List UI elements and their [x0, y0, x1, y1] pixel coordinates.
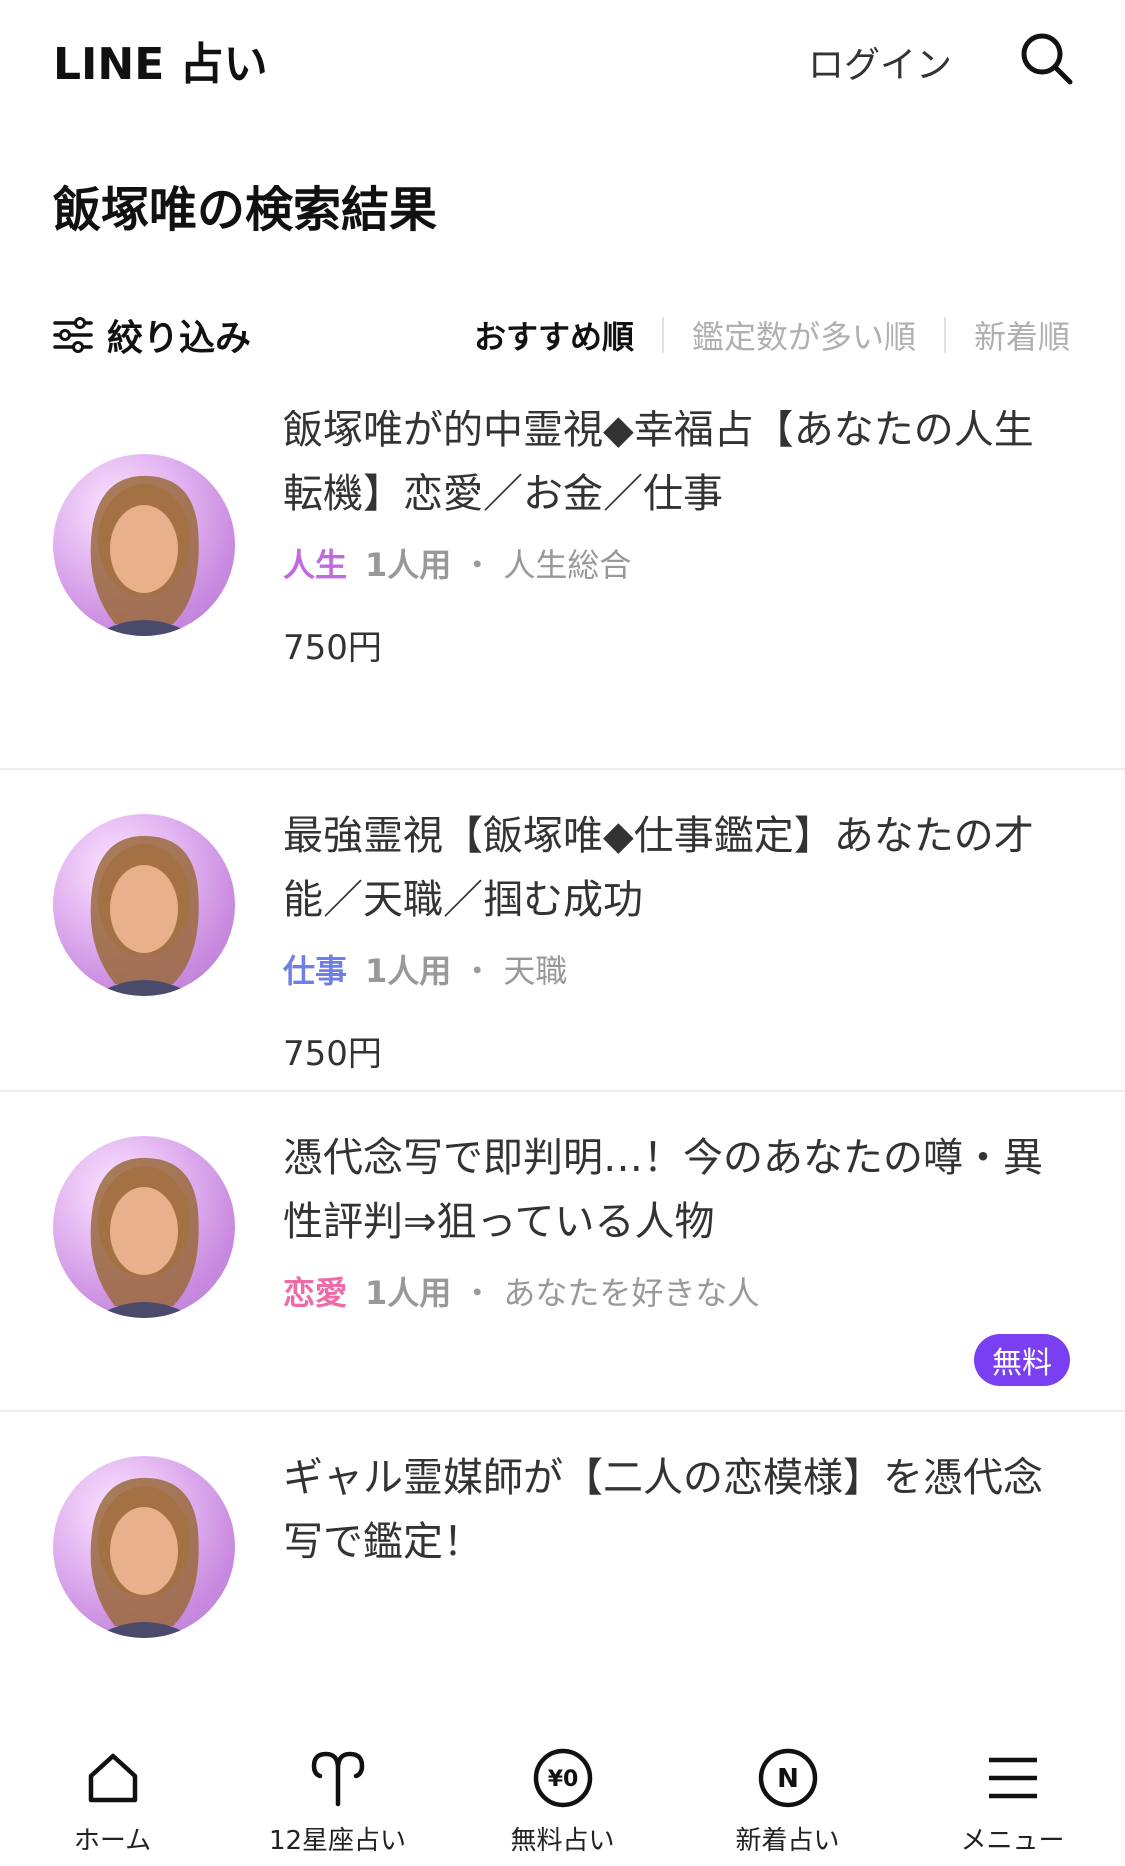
search-button[interactable] [1016, 28, 1076, 88]
fortune-teller-avatar [53, 454, 235, 636]
result-meta: 恋愛 1人用 ・ あなたを好きな人 [283, 1268, 1070, 1314]
aries-icon [311, 1751, 364, 1807]
nav-label: メニュー [960, 1826, 1065, 1856]
home-icon [88, 1753, 137, 1803]
filter-sliders-icon [53, 317, 93, 353]
app-header: LINE 占い ログイン [0, 0, 1125, 120]
filter-label: 絞り込み [107, 318, 252, 359]
nav-label: 無料占い [510, 1826, 615, 1856]
nav-zodiac[interactable]: 12星座占い [225, 1710, 450, 1866]
menu-icon [988, 1757, 1037, 1799]
sort-tab-newest[interactable]: 新着順 [974, 312, 1070, 358]
result-title[interactable]: ギャル霊媒師が【二人の恋模様】を憑代念写で鑑定！ [283, 1446, 1070, 1574]
result-item[interactable]: 最強霊視【飯塚唯◆仕事鑑定】あなたの才能／天職／掴む成功 仕事 1人用 ・ 天職… [0, 770, 1125, 1092]
line-uranai-logo[interactable]: LINE 占い [53, 28, 268, 92]
sort-tab-most-readings[interactable]: 鑑定数が多い順 [692, 312, 916, 358]
category-label: 人生 [283, 546, 348, 584]
bottom-navigation: ホーム 12星座占い ¥0 無料占い N 新着占い メニュー [0, 1710, 1125, 1866]
free-yen-icon: ¥0 [533, 1748, 592, 1808]
new-n-icon: N [758, 1748, 817, 1808]
sort-tab-recommended[interactable]: おすすめ順 [474, 312, 634, 358]
result-item[interactable]: ギャル霊媒師が【二人の恋模様】を憑代念写で鑑定！ [0, 1412, 1125, 1710]
sort-tabs: おすすめ順 鑑定数が多い順 新着順 [474, 312, 1070, 358]
result-list: 飯塚唯が的中霊視◆幸福占【あなたの人生転機】恋愛／お金／仕事 人生 1人用 ・ … [0, 410, 1125, 1710]
result-meta: 人生 1人用 ・ 人生総合 [283, 540, 1070, 586]
category-label: 恋愛 [283, 1274, 348, 1312]
login-link[interactable]: ログイン [808, 36, 952, 88]
nav-label: ホーム [73, 1826, 152, 1856]
nav-new[interactable]: N 新着占い [675, 1710, 900, 1866]
meta-separator: ・ [461, 1274, 494, 1312]
result-meta: 仕事 1人用 ・ 天職 [283, 946, 1070, 992]
price-label: 750円 [283, 1034, 382, 1074]
fortune-teller-avatar [53, 1136, 235, 1318]
nav-label: 12星座占い [268, 1826, 407, 1856]
page-title: 飯塚唯の検索結果 [53, 182, 438, 238]
filter-sort-bar: 絞り込み おすすめ順 鑑定数が多い順 新着順 [0, 300, 1125, 370]
result-title[interactable]: 憑代念写で即判明…！今のあなたの噂・異性評判⇒狙っている人物 [283, 1126, 1070, 1254]
svg-text:N: N [777, 1764, 799, 1794]
sort-divider [661, 317, 664, 353]
people-count: 1人用 [365, 546, 452, 584]
people-count: 1人用 [365, 1274, 452, 1312]
meta-separator: ・ [461, 546, 494, 584]
sort-divider [943, 317, 946, 353]
search-icon [1021, 33, 1073, 85]
result-title[interactable]: 最強霊視【飯塚唯◆仕事鑑定】あなたの才能／天職／掴む成功 [283, 804, 1070, 932]
result-item[interactable]: 飯塚唯が的中霊視◆幸福占【あなたの人生転機】恋愛／お金／仕事 人生 1人用 ・ … [0, 410, 1125, 770]
sub-category-label: あなたを好きな人 [503, 1274, 760, 1312]
nav-free[interactable]: ¥0 無料占い [450, 1710, 675, 1866]
result-title[interactable]: 飯塚唯が的中霊視◆幸福占【あなたの人生転機】恋愛／お金／仕事 [283, 410, 1070, 526]
free-badge: 無料 [974, 1334, 1070, 1386]
nav-menu[interactable]: メニュー [900, 1710, 1125, 1866]
result-item[interactable]: 憑代念写で即判明…！今のあなたの噂・異性評判⇒狙っている人物 恋愛 1人用 ・ … [0, 1092, 1125, 1412]
svg-text:¥0: ¥0 [547, 1767, 578, 1792]
people-count: 1人用 [365, 952, 452, 990]
fortune-teller-avatar [53, 1456, 235, 1638]
category-label: 仕事 [283, 952, 348, 990]
nav-home[interactable]: ホーム [0, 1710, 225, 1866]
fortune-teller-avatar [53, 814, 235, 996]
nav-label: 新着占い [735, 1826, 840, 1856]
price-label: 750円 [283, 628, 382, 668]
filter-button[interactable]: 絞り込み [53, 308, 251, 362]
sub-category-label: 天職 [503, 952, 568, 990]
sub-category-label: 人生総合 [503, 546, 632, 584]
meta-separator: ・ [461, 952, 494, 990]
